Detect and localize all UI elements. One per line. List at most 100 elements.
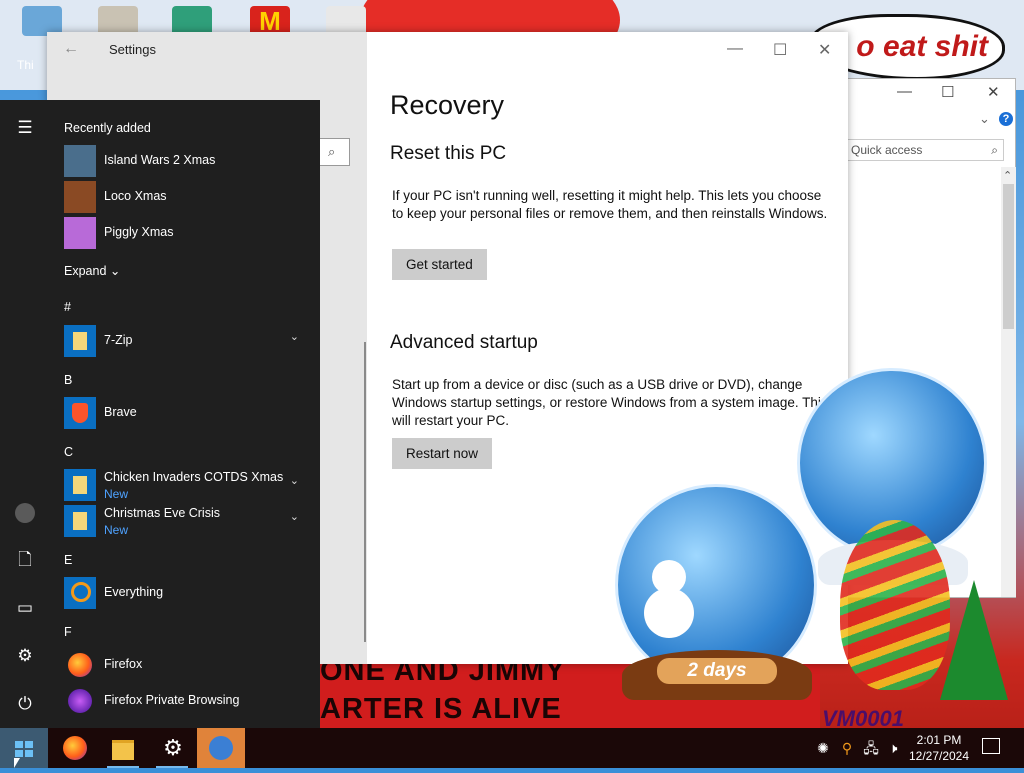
app-name: 7-Zip xyxy=(104,333,133,347)
minimize-icon[interactable]: — xyxy=(897,83,912,100)
advanced-startup-description: Start up from a device or disc (such as … xyxy=(392,377,828,428)
app-island-wars-2-xmas[interactable]: Island Wars 2 Xmas xyxy=(64,144,309,178)
windows-logo-icon xyxy=(15,741,33,757)
close-icon[interactable]: ✕ xyxy=(987,83,1000,101)
tray-search-icon[interactable]: ⚲ xyxy=(838,739,856,757)
days-counter-plaque: 2 days xyxy=(657,658,777,684)
settings-nav-scrollbar[interactable] xyxy=(364,342,366,642)
quick-access-search[interactable]: Quick access ⌕ xyxy=(846,139,1004,161)
section-header-c[interactable]: C xyxy=(64,445,73,459)
app-brave[interactable]: Brave xyxy=(64,396,309,430)
close-icon[interactable]: ✕ xyxy=(818,40,831,60)
search-icon: ⌕ xyxy=(991,143,998,157)
taskbar-file-explorer[interactable] xyxy=(99,728,147,768)
app-name: Brave xyxy=(104,405,137,419)
restart-now-button[interactable]: Restart now xyxy=(392,438,493,469)
expand-recent-button[interactable]: Expand ⌄ xyxy=(64,263,120,278)
expand-label: Expand xyxy=(64,264,107,278)
christmas-tree-icon xyxy=(940,580,1008,700)
app-icon xyxy=(209,736,233,760)
start-app-list: Recently added Island Wars 2 Xmas Loco X… xyxy=(50,100,320,728)
app-chicken-invaders[interactable]: Chicken Invaders COTDS Xmas New ⌄ xyxy=(64,468,309,502)
start-menu-rail: ☰ 🗋 ▭ ⚙ ⏻ xyxy=(0,100,50,728)
section-header-hash[interactable]: # xyxy=(64,300,71,314)
section-header-b[interactable]: B xyxy=(64,373,72,387)
hamburger-menu-icon[interactable]: ☰ xyxy=(13,116,37,140)
everything-search-icon xyxy=(64,577,96,609)
firefox-icon xyxy=(63,736,87,760)
start-menu[interactable]: ☰ 🗋 ▭ ⚙ ⏻ Recently added Island Wars 2 X… xyxy=(0,100,320,728)
app-name: Everything xyxy=(104,585,164,599)
documents-icon[interactable]: 🗋 xyxy=(13,548,37,572)
app-name: Piggly Xmas xyxy=(104,225,174,239)
app-christmas-eve-crisis[interactable]: Christmas Eve Crisis New ⌄ xyxy=(64,504,309,538)
help-icon[interactable]: ? xyxy=(999,112,1013,126)
firefox-icon xyxy=(64,649,96,681)
app-7-zip[interactable]: 7-Zip ⌄ xyxy=(64,324,309,358)
app-name: Island Wars 2 Xmas xyxy=(104,153,216,167)
clock-time: 2:01 PM xyxy=(916,733,962,747)
explorer-scroll-thumb[interactable] xyxy=(1003,184,1014,329)
back-arrow-icon[interactable]: ← xyxy=(63,40,79,58)
app-firefox-private[interactable]: Firefox Private Browsing xyxy=(64,684,309,718)
folder-icon xyxy=(64,469,96,501)
taskbar-firefox[interactable] xyxy=(50,728,98,768)
settings-search-box[interactable]: ⌕ xyxy=(320,138,350,166)
chevron-down-icon[interactable]: ⌄ xyxy=(290,510,299,523)
chevron-down-icon: ⌄ xyxy=(109,264,121,278)
new-badge: New xyxy=(104,523,129,537)
recently-added-label: Recently added xyxy=(64,121,151,135)
advanced-startup-heading: Advanced startup xyxy=(390,332,538,353)
app-name: Chicken Invaders COTDS Xmas xyxy=(104,470,284,484)
piggly-xmas-icon xyxy=(64,217,96,249)
maximize-icon[interactable]: ☐ xyxy=(941,83,954,101)
snowman-body-icon xyxy=(644,588,694,638)
user-avatar-icon[interactable] xyxy=(15,503,35,523)
folder-icon xyxy=(112,740,134,760)
brave-icon xyxy=(64,397,96,429)
clock-date: 12/27/2024 xyxy=(908,749,970,763)
reset-description: If your PC isn't running well, resetting… xyxy=(392,188,828,221)
scroll-up-icon[interactable]: ⌃ xyxy=(1003,169,1012,182)
app-name: Christmas Eve Crisis xyxy=(104,506,220,520)
settings-gear-icon[interactable]: ⚙ xyxy=(13,644,37,668)
app-name: Firefox xyxy=(104,657,143,671)
notifications-icon[interactable] xyxy=(982,738,1000,754)
minimize-icon[interactable]: — xyxy=(727,40,743,58)
ribbon-expand-chevron-icon[interactable]: ⌄ xyxy=(979,111,990,127)
quick-access-placeholder: Quick access xyxy=(851,143,923,157)
page-title: Recovery xyxy=(390,90,505,120)
app-everything[interactable]: Everything xyxy=(64,576,309,610)
app-loco-xmas[interactable]: Loco Xmas xyxy=(64,180,309,214)
taskbar-clock[interactable]: 2:01 PM 12/27/2024 xyxy=(904,732,974,764)
mouse-cursor-icon xyxy=(14,758,20,768)
network-icon[interactable]: 🖧 xyxy=(862,739,880,757)
settings-gear-icon: ⚙ xyxy=(163,735,183,760)
chevron-down-icon[interactable]: ⌄ xyxy=(290,330,299,343)
firefox-private-icon xyxy=(64,685,96,717)
app-piggly-xmas[interactable]: Piggly Xmas xyxy=(64,216,309,250)
volume-muted-icon[interactable]: 🕨 xyxy=(884,739,902,757)
taskbar-settings[interactable]: ⚙ xyxy=(148,728,196,768)
start-button[interactable] xyxy=(0,728,48,768)
get-started-button[interactable]: Get started xyxy=(392,249,487,280)
loco-xmas-icon xyxy=(64,181,96,213)
banner-line-2: ARTER IS ALIVE xyxy=(320,693,562,725)
folder-icon xyxy=(64,325,96,357)
tray-network-game-icon[interactable]: ✺ xyxy=(814,739,832,757)
new-badge: New xyxy=(104,487,129,501)
taskbar-game-app[interactable] xyxy=(197,728,245,768)
island-wars-icon xyxy=(64,145,96,177)
maximize-icon[interactable]: ☐ xyxy=(773,40,787,60)
folder-icon xyxy=(64,505,96,537)
pictures-icon[interactable]: ▭ xyxy=(13,596,37,620)
chevron-down-icon[interactable]: ⌄ xyxy=(290,474,299,487)
section-header-f[interactable]: F xyxy=(64,625,72,639)
section-header-e[interactable]: E xyxy=(64,553,72,567)
christmas-lights-tree-icon xyxy=(840,520,950,690)
app-firefox[interactable]: Firefox xyxy=(64,648,309,682)
taskbar: ⚙ ✺ ⚲ 🖧 🕨 2:01 PM 12/27/2024 xyxy=(0,728,1024,768)
power-icon[interactable]: ⏻ xyxy=(13,692,37,716)
desktop-icon-label: Thi xyxy=(17,58,34,72)
reset-heading: Reset this PC xyxy=(390,143,507,164)
